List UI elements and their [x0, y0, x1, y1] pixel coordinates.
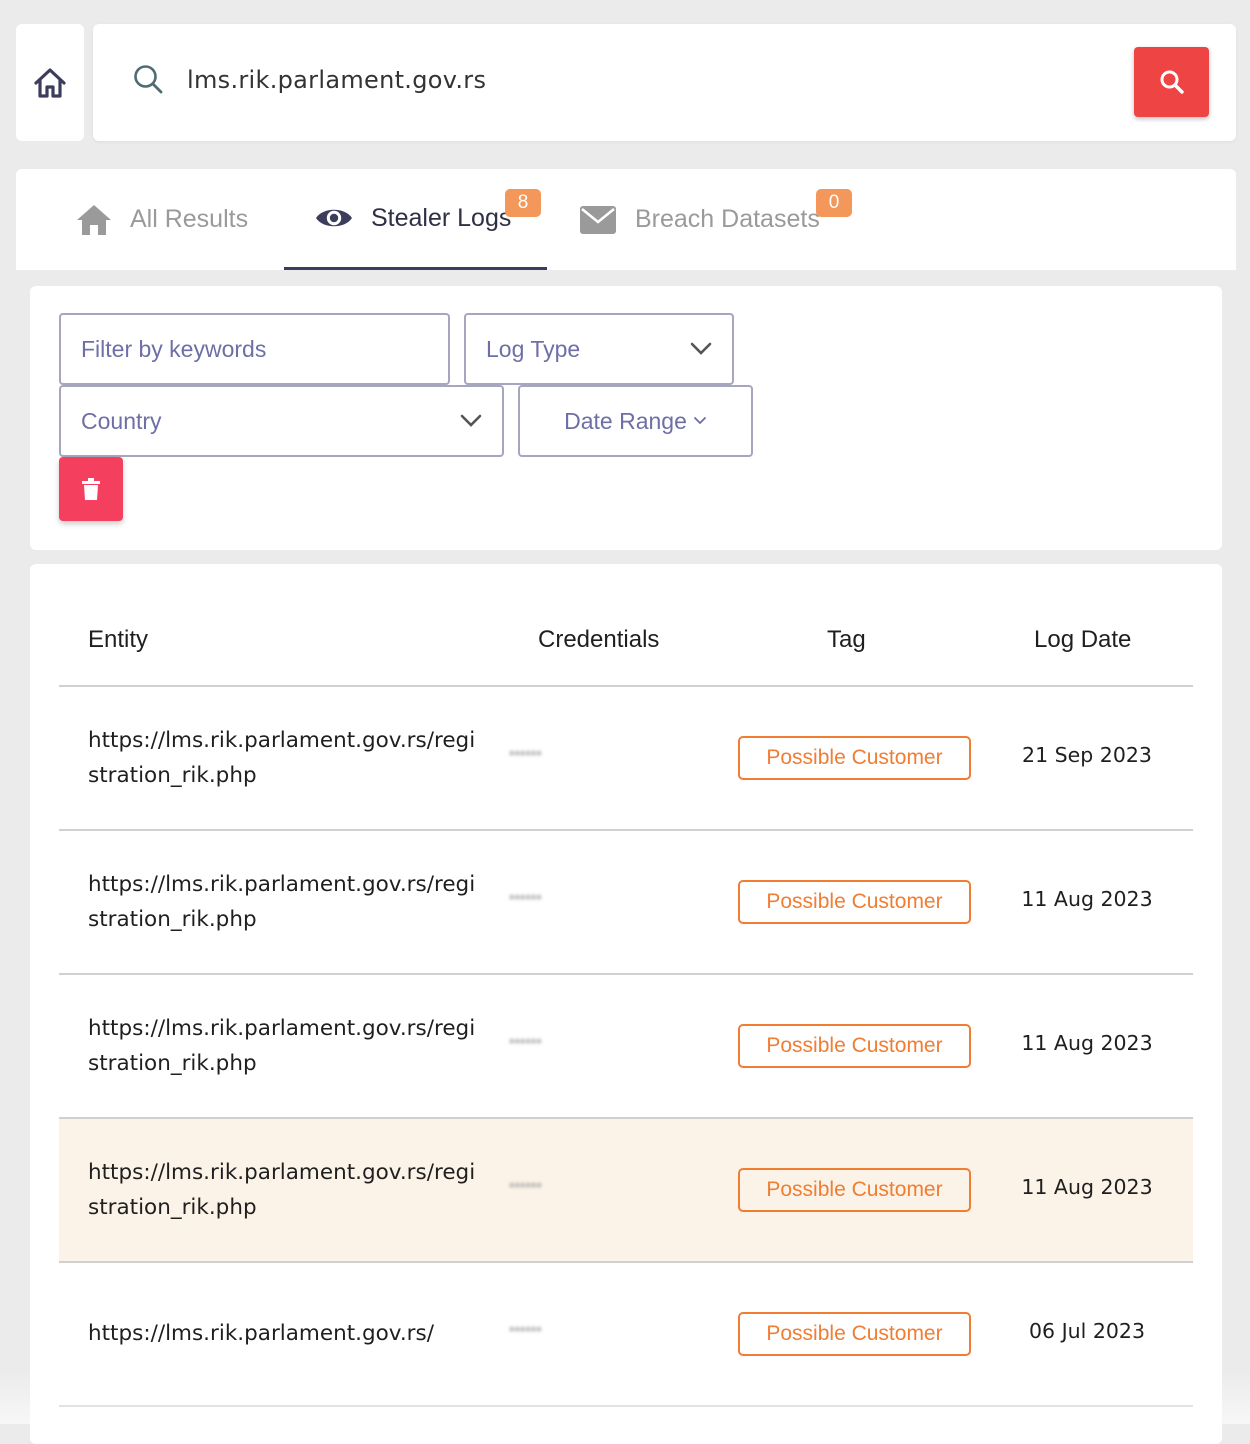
tab-breach-datasets[interactable]: Breach Datasets [579, 169, 820, 270]
table-row[interactable]: https://lms.rik.parlament.gov.rs/registr… [59, 975, 1193, 1119]
credentials-cell[interactable]: ****** [509, 891, 542, 907]
search-icon [1160, 70, 1184, 94]
chevron-down-icon [693, 417, 706, 425]
credentials-cell[interactable]: ****** [509, 747, 542, 763]
table-row[interactable]: https://lms.rik.parlament.gov.rs/registr… [59, 687, 1193, 831]
table-row[interactable]: https://lms.rik.parlament.gov.rs/registr… [59, 1119, 1193, 1263]
entity-cell: https://lms.rik.parlament.gov.rs/registr… [88, 728, 476, 788]
credentials-cell[interactable]: ****** [509, 1035, 542, 1051]
tab-all-results[interactable]: All Results [76, 169, 248, 270]
results-table: Entity Credentials Tag Log Date https://… [30, 564, 1222, 1444]
log-date-cell: 11 Aug 2023 [1021, 1031, 1153, 1055]
tag-badge: Possible Customer [738, 736, 971, 780]
column-header-credentials[interactable]: Credentials [538, 626, 659, 654]
tab-label: All Results [130, 205, 249, 233]
mail-icon [580, 205, 616, 234]
log-date-cell: 06 Jul 2023 [1028, 1319, 1146, 1343]
trash-icon [82, 478, 100, 500]
search-button[interactable] [1134, 47, 1209, 117]
tag-badge: Possible Customer [738, 1312, 971, 1356]
log-type-select[interactable]: Log Type [464, 313, 734, 385]
filter-panel: Log Type Country Date Range [30, 286, 1222, 550]
keyword-filter-input[interactable] [61, 335, 448, 363]
search-input[interactable] [187, 60, 1087, 100]
entity-cell: https://lms.rik.parlament.gov.rs/registr… [88, 1160, 476, 1220]
chevron-down-icon [690, 342, 712, 355]
country-select[interactable]: Country [59, 385, 504, 457]
table-row[interactable]: https://lms.rik.parlament.gov.rs/ ******… [59, 1263, 1193, 1407]
tag-badge: Possible Customer [738, 1168, 971, 1212]
stealer-logs-count-badge: 8 [505, 189, 541, 217]
home-button[interactable] [16, 24, 84, 141]
tabs-bar: All Results Stealer Logs 8 Breach Datase… [16, 169, 1236, 270]
date-range-label: Date Range [564, 407, 687, 434]
column-header-entity[interactable]: Entity [88, 626, 148, 654]
chevron-down-icon [460, 414, 482, 427]
tag-badge: Possible Customer [738, 880, 971, 924]
home-icon [77, 204, 111, 235]
tab-stealer-logs[interactable]: Stealer Logs [284, 169, 547, 270]
entity-cell: https://lms.rik.parlament.gov.rs/registr… [88, 1016, 476, 1076]
tab-label: Breach Datasets [635, 205, 820, 233]
date-range-select[interactable]: Date Range [518, 385, 753, 457]
log-date-cell: 11 Aug 2023 [1021, 1175, 1153, 1199]
search-icon [134, 65, 163, 94]
country-label: Country [81, 407, 162, 434]
keyword-filter-field[interactable] [59, 313, 450, 385]
eye-icon [316, 209, 352, 227]
entity-cell: https://lms.rik.parlament.gov.rs/ [88, 1321, 434, 1346]
log-date-cell: 11 Aug 2023 [1021, 887, 1153, 911]
credentials-cell[interactable]: ****** [509, 1179, 542, 1195]
column-header-log-date[interactable]: Log Date [1034, 626, 1131, 654]
table-row[interactable]: https://lms.rik.parlament.gov.rs/registr… [59, 831, 1193, 975]
breach-datasets-count-badge: 0 [816, 189, 852, 217]
credentials-cell[interactable]: ****** [509, 1323, 542, 1339]
search-bar [93, 24, 1236, 141]
tag-badge: Possible Customer [738, 1024, 971, 1068]
log-type-label: Log Type [486, 335, 581, 362]
home-icon [34, 67, 66, 98]
column-header-tag[interactable]: Tag [827, 626, 866, 654]
clear-filters-button[interactable] [59, 457, 123, 521]
log-date-cell: 21 Sep 2023 [1022, 743, 1152, 767]
tab-label: Stealer Logs [371, 203, 512, 232]
entity-cell: https://lms.rik.parlament.gov.rs/registr… [88, 872, 476, 932]
